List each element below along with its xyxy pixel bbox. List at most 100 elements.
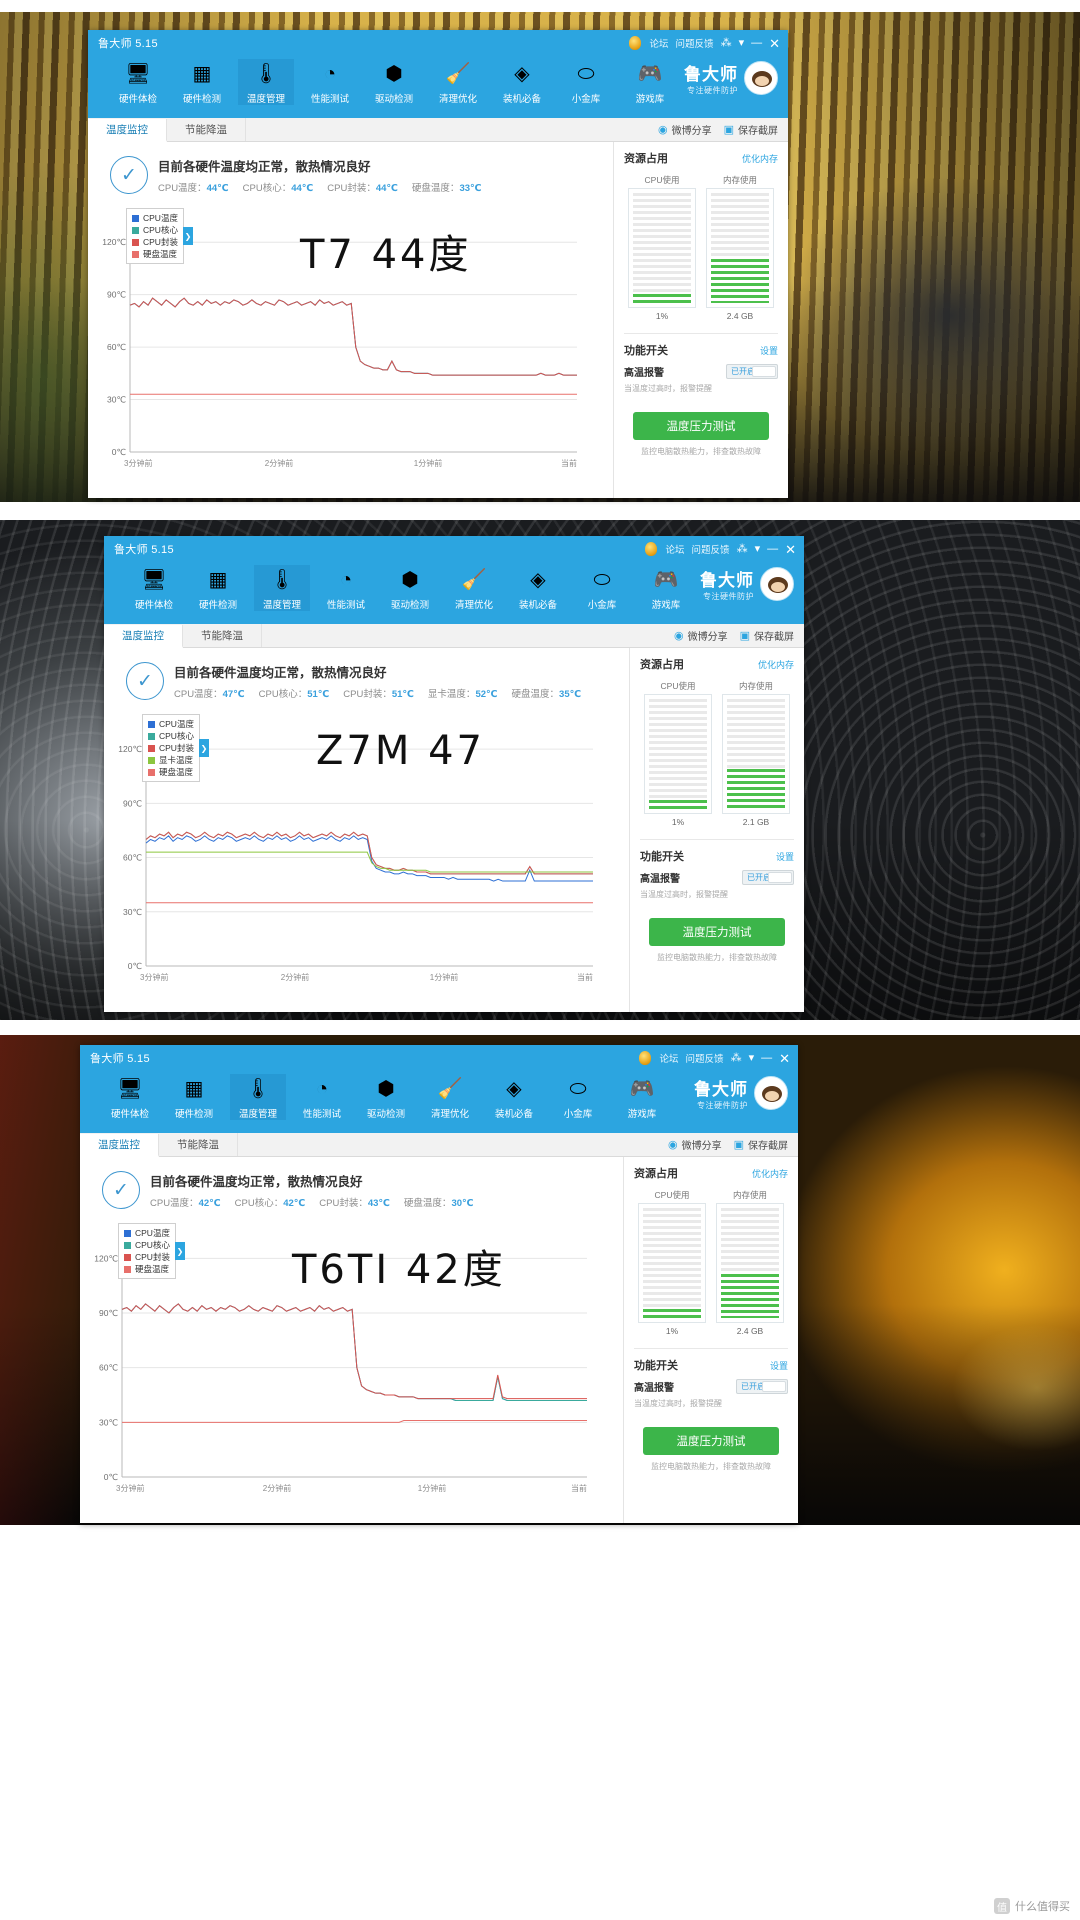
minimize-icon[interactable]: — [751,37,762,49]
stress-test-button[interactable]: 温度压力测试 [649,918,785,946]
toolbar-item-8[interactable]: 🎮 游戏库 [622,59,678,105]
titlebar-link-0[interactable]: 论坛 [666,542,685,556]
toolbar-item-6[interactable]: ◈ 装机必备 [494,59,550,105]
tabbar-action-1[interactable]: ▣ 保存截屏 [734,1137,788,1152]
toolbar-label-8: 游戏库 [651,600,681,611]
share-icon[interactable]: ⁂ [731,1052,742,1064]
toolbar-item-5[interactable]: 🧹 清理优化 [430,59,486,105]
toolbar-item-6[interactable]: ◈ 装机必备 [510,565,566,611]
close-icon[interactable]: ✕ [779,1052,790,1065]
minimize-icon[interactable]: — [761,1052,772,1064]
legend-collapse-arrow[interactable]: ❯ [174,1242,185,1260]
toolbar-item-4[interactable]: ⬢ 驱动检测 [358,1074,414,1120]
toolbar-item-5[interactable]: 🧹 清理优化 [422,1074,478,1120]
settings-link[interactable]: 设置 [760,344,778,357]
tabbar-action-1[interactable]: ▣ 保存截屏 [724,122,778,137]
meter-box-1 [722,694,790,814]
toolbar-item-1[interactable]: ▦ 硬件检测 [174,59,230,105]
hex-gear-icon: ⬢ [401,569,419,591]
legend-collapse-arrow[interactable]: ❯ [182,227,193,245]
meter-box-1 [716,1203,784,1323]
resource-title: 资源占用 [634,1168,678,1180]
resource-meters: CPU使用 1% 内存使用 2.1 GB [640,680,794,827]
toolbar-item-7[interactable]: ⬭ 小金库 [558,59,614,105]
legend-label-2: CPU封装 [159,743,194,753]
tabbar-action-0[interactable]: ◉ 微博分享 [658,122,712,137]
toolbar-item-7[interactable]: ⬭ 小金库 [550,1074,606,1120]
tabbar-action-1[interactable]: ▣ 保存截屏 [740,628,794,643]
toolbar-item-1[interactable]: ▦ 硬件检测 [190,565,246,611]
button-note: 监控电脑散热能力，排查散热故障 [651,1462,771,1471]
toolbar-label-7: 小金库 [587,600,617,611]
toolbar-item-2[interactable]: 🌡 温度管理 [238,59,294,105]
chevron-down-icon[interactable]: ▾ [739,37,745,49]
share-icon[interactable]: ⁂ [721,37,732,49]
toolbar-item-3[interactable]: ◔ 性能测试 [294,1074,350,1120]
high-temp-alarm-toggle[interactable]: 已开启 [736,1379,788,1394]
toolbar-item-0[interactable]: 🖥 硬件体检 [110,59,166,105]
chevron-down-icon[interactable]: ▾ [749,1052,755,1064]
tab-0[interactable]: 温度监控 [80,1134,159,1157]
tabbar-action-0[interactable]: ◉ 微博分享 [674,628,728,643]
y-tick-2: 60℃ [123,853,142,863]
right-panel: 资源占用 优化内存 CPU使用 1% 内存使用 2.4 GB 功能开关 设置 高温报警 已开启 当温… [623,1157,798,1523]
titlebar-link-1[interactable]: 问题反馈 [676,36,714,50]
tab-bar: 温度监控 节能降温 ◉ 微博分享 ▣ 保存截屏 [80,1133,798,1157]
toolbar-item-6[interactable]: ◈ 装机必备 [486,1074,542,1120]
switch-label: 高温报警 [634,1383,674,1394]
toolbar-item-0[interactable]: 🖥 硬件体检 [102,1074,158,1120]
toolbar-item-0[interactable]: 🖥 硬件体检 [126,565,182,611]
temp-value-1: 42℃ [283,1198,306,1209]
tab-1[interactable]: 节能降温 [183,624,262,647]
brand-text: 鲁大师 专注硬件防护 [700,566,754,602]
meter-label-1: 内存使用 [738,681,773,691]
toolbar-item-4[interactable]: ⬢ 驱动检测 [366,59,422,105]
tab-1[interactable]: 节能降温 [167,118,246,141]
tab-1[interactable]: 节能降温 [159,1133,238,1156]
titlebar-link-1[interactable]: 问题反馈 [692,542,730,556]
toolbar-item-2[interactable]: 🌡 温度管理 [230,1074,286,1120]
optimize-memory-link[interactable]: 优化内存 [742,152,778,165]
stress-test-button[interactable]: 温度压力测试 [633,412,769,440]
tabbar-action-0[interactable]: ◉ 微博分享 [668,1137,722,1152]
toolbar-label-6: 装机必备 [502,94,541,105]
meter-track-1 [721,1208,779,1318]
temp-value-3: 30℃ [451,1198,474,1209]
tab-0[interactable]: 温度监控 [88,119,167,142]
gauge-icon: ◔ [339,569,353,591]
tab-0[interactable]: 温度监控 [104,625,183,648]
optimize-memory-link[interactable]: 优化内存 [752,1167,788,1180]
legend-swatch-1 [124,1241,131,1249]
resource-header: 资源占用 优化内存 [634,1165,788,1181]
toolbar-item-8[interactable]: 🎮 游戏库 [638,565,694,611]
toolbar-item-2[interactable]: 🌡 温度管理 [254,565,310,611]
toolbar-item-8[interactable]: 🎮 游戏库 [614,1074,670,1120]
high-temp-alarm-toggle[interactable]: 已开启 [726,364,778,379]
titlebar-link-0[interactable]: 论坛 [650,36,669,50]
close-icon[interactable]: ✕ [769,37,780,50]
toolbar-item-3[interactable]: ◔ 性能测试 [318,565,374,611]
optimize-memory-link[interactable]: 优化内存 [758,658,794,671]
settings-link[interactable]: 设置 [776,850,794,863]
close-icon[interactable]: ✕ [785,543,796,556]
high-temp-alarm-toggle[interactable]: 已开启 [742,870,794,885]
toolbar-item-5[interactable]: 🧹 清理优化 [446,565,502,611]
toolbar-item-7[interactable]: ⬭ 小金库 [574,565,630,611]
legend-label-1: CPU核心 [159,731,194,741]
toolbar-item-4[interactable]: ⬢ 驱动检测 [382,565,438,611]
share-icon[interactable]: ⁂ [737,543,748,555]
chevron-down-icon[interactable]: ▾ [755,543,761,555]
titlebar-link-1[interactable]: 问题反馈 [686,1051,724,1065]
settings-link[interactable]: 设置 [770,1359,788,1372]
toolbar-item-1[interactable]: ▦ 硬件检测 [166,1074,222,1120]
mascot-avatar [760,567,794,601]
left-panel: ✓ 目前各硬件温度均正常，散热情况良好 CPU温度：47℃ CPU核心：51℃ CPU封… [104,648,629,1012]
toolbar-item-3[interactable]: ◔ 性能测试 [302,59,358,105]
titlebar-link-0[interactable]: 论坛 [660,1051,679,1065]
save-screenshot-icon: ▣ [723,124,734,136]
minimize-icon[interactable]: — [767,543,778,555]
legend-collapse-arrow[interactable]: ❯ [198,739,209,757]
legend-item-2: CPU封装 [124,1251,170,1263]
toolbar-label-2: 温度管理 [246,94,285,105]
stress-test-button[interactable]: 温度压力测试 [643,1427,779,1455]
